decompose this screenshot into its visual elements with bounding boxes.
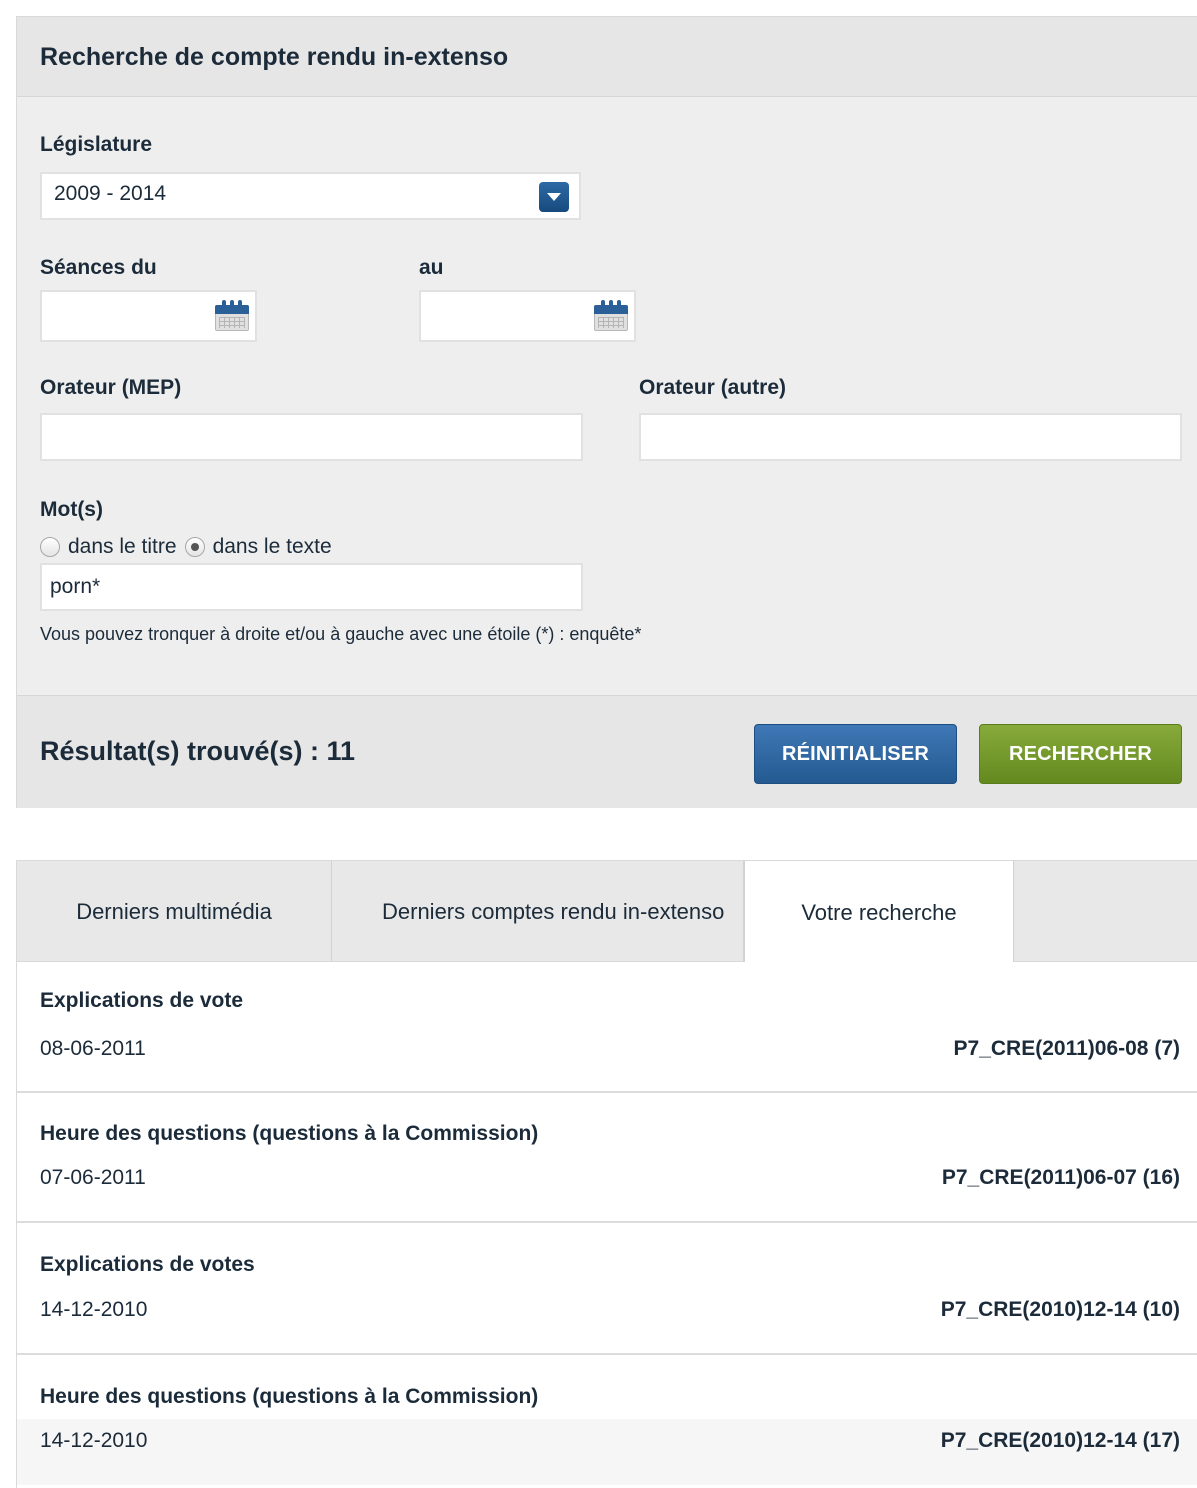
words-value: porn* — [50, 575, 101, 598]
calendar-icon[interactable] — [215, 297, 249, 331]
search-panel: Recherche de compte rendu in-extenso Lég… — [16, 16, 1197, 808]
speaker-other-input[interactable] — [639, 413, 1182, 461]
result-ref[interactable]: P7_CRE(2010)12-14 (17) — [941, 1429, 1180, 1453]
result-date: 08-06-2011 — [40, 1037, 146, 1060]
calendar-icon[interactable] — [594, 297, 628, 331]
date-from-label: Séances du — [40, 256, 157, 279]
panel-header: Recherche de compte rendu in-extenso — [17, 17, 1197, 97]
legislature-label: Législature — [40, 133, 153, 156]
words-label: Mot(s) — [40, 498, 103, 521]
date-to-label: au — [419, 256, 444, 279]
results-list: Explications de vote 08-06-2011 P7_CRE(2… — [16, 962, 1197, 1488]
result-title[interactable]: Explications de votes — [40, 1253, 255, 1277]
speaker-mep-label: Orateur (MEP) — [40, 376, 182, 399]
list-item[interactable]: Explications de vote 08-06-2011 P7_CRE(2… — [17, 962, 1197, 1093]
list-item[interactable]: Heure des questions (questions à la Comm… — [17, 1355, 1197, 1485]
search-footer: Résultat(s) trouvé(s) : 11 RÉINITIALISER… — [17, 695, 1197, 808]
chevron-down-icon[interactable] — [539, 182, 569, 212]
date-to-input[interactable] — [419, 290, 636, 342]
result-title[interactable]: Heure des questions (questions à la Comm… — [40, 1122, 538, 1146]
radio-title[interactable] — [40, 537, 60, 557]
result-title[interactable]: Heure des questions (questions à la Comm… — [40, 1385, 538, 1409]
legislature-select[interactable]: 2009 - 2014 — [40, 172, 581, 220]
truncation-hint: Vous pouvez tronquer à droite et/ou à ga… — [40, 624, 642, 644]
result-ref[interactable]: P7_CRE(2011)06-08 (7) — [954, 1037, 1180, 1061]
radio-text-label[interactable]: dans le texte — [213, 535, 332, 559]
radio-title-label[interactable]: dans le titre — [68, 535, 177, 559]
list-item[interactable]: Heure des questions (questions à la Comm… — [17, 1093, 1197, 1223]
tab-latest-multimedia[interactable]: Derniers multimédia — [17, 861, 332, 962]
radio-text[interactable] — [184, 537, 205, 557]
speaker-other-label: Orateur (autre) — [639, 376, 787, 399]
words-input[interactable]: porn* — [40, 563, 583, 611]
speaker-mep-input[interactable] — [40, 413, 583, 461]
tab-bar: Derniers multimédia Derniers comptes ren… — [16, 860, 1197, 964]
result-date: 14-12-2010 — [40, 1298, 148, 1321]
result-date: 07-06-2011 — [40, 1166, 146, 1189]
list-item[interactable]: Explications de votes 14-12-2010 P7_CRE(… — [17, 1223, 1197, 1355]
tab-your-search[interactable]: Votre recherche — [744, 861, 1014, 964]
result-count: Résultat(s) trouvé(s) : 11 — [40, 736, 356, 766]
search-button[interactable]: RECHERCHER — [979, 724, 1182, 784]
tab-latest-reports[interactable]: Derniers comptes rendu in-extenso — [332, 861, 744, 962]
legislature-value: 2009 - 2014 — [54, 182, 167, 205]
panel-title: Recherche de compte rendu in-extenso — [40, 43, 509, 71]
reset-button[interactable]: RÉINITIALISER — [754, 724, 957, 784]
result-ref[interactable]: P7_CRE(2011)06-07 (16) — [942, 1166, 1180, 1190]
date-from-input[interactable] — [40, 290, 257, 342]
result-ref[interactable]: P7_CRE(2010)12-14 (10) — [941, 1298, 1180, 1322]
result-date: 14-12-2010 — [40, 1429, 148, 1452]
result-title[interactable]: Explications de vote — [40, 989, 243, 1013]
words-scope-group: dans le titre dans le texte — [40, 535, 340, 559]
